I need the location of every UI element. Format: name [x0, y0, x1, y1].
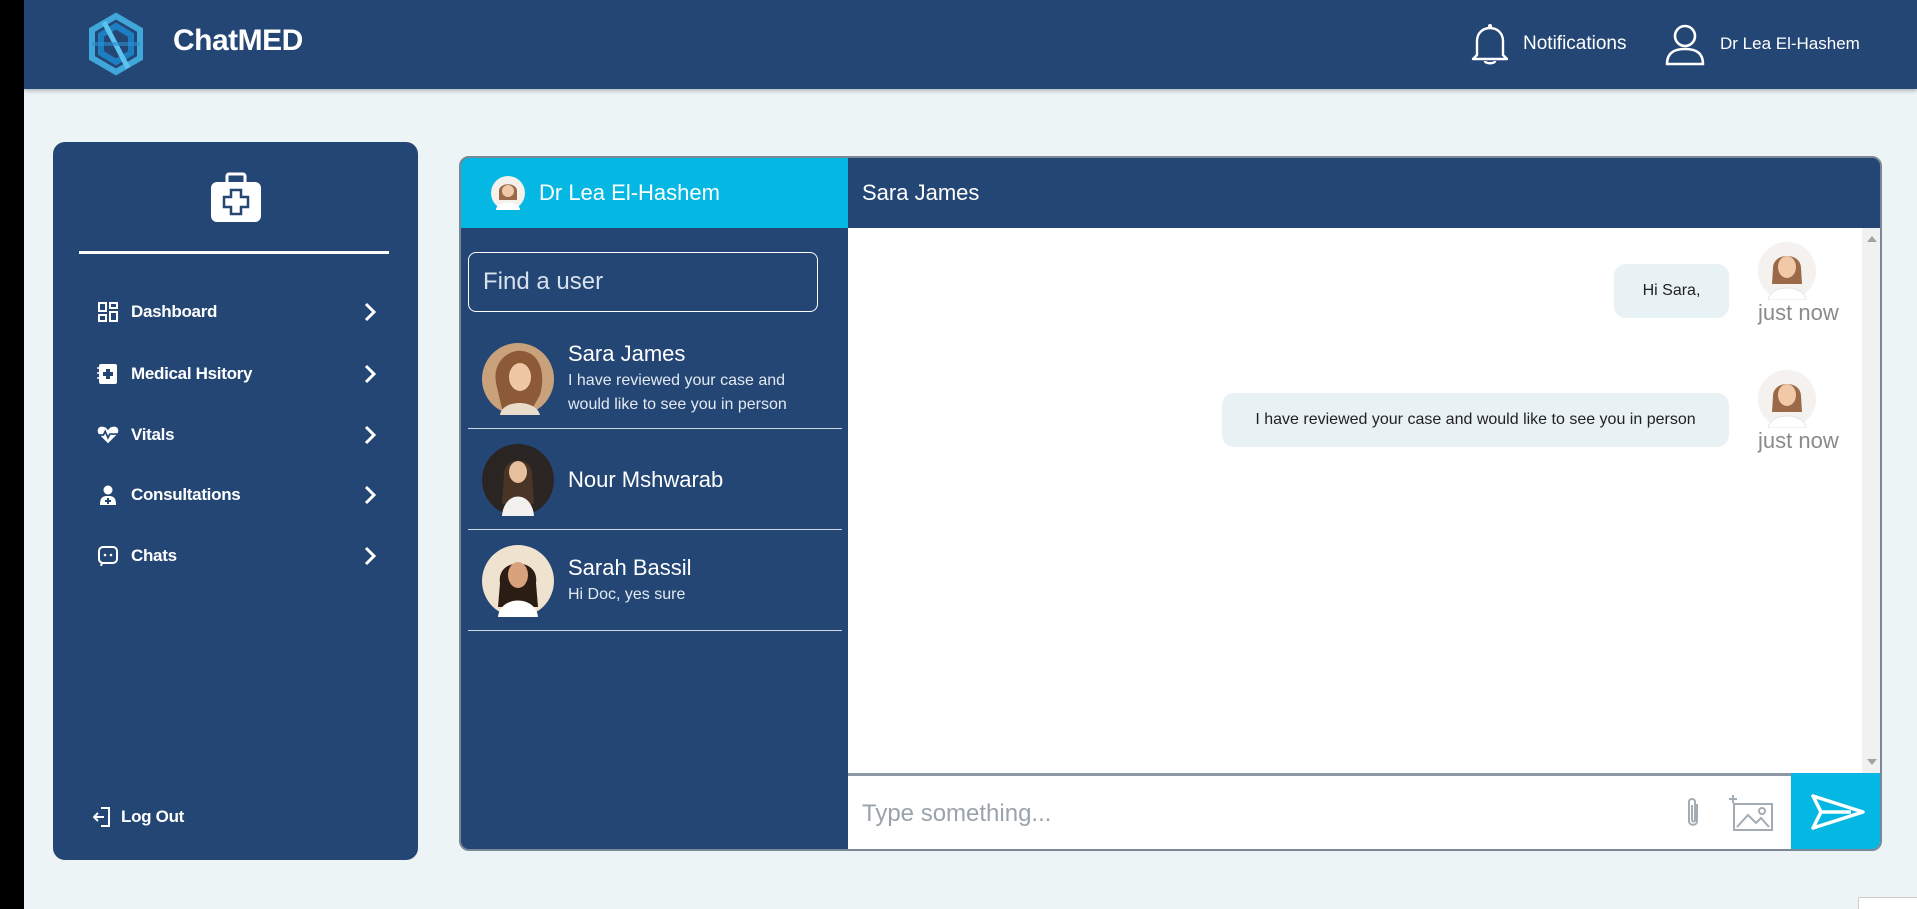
logout-icon — [93, 807, 110, 827]
user-icon — [1665, 24, 1705, 66]
sidebar-item-label: Medical Hsitory — [131, 364, 253, 383]
bell-icon — [1471, 24, 1509, 65]
medical-record-icon — [97, 363, 119, 385]
find-user-input[interactable] — [468, 252, 818, 312]
sidebar-item-dashboard[interactable]: Dashboard — [97, 292, 379, 332]
contact-name: Sarah Bassil — [568, 554, 692, 580]
doctor-icon — [97, 484, 119, 506]
chevron-right-icon — [364, 302, 377, 322]
message-bubble: Hi Sara, — [1614, 264, 1729, 318]
current-user-header: Dr Lea El-Hashem — [461, 158, 848, 228]
avatar — [482, 342, 554, 415]
user-name: Dr Lea El-Hashem — [1720, 34, 1860, 53]
sidebar-item-consultations[interactable]: Consultations — [97, 475, 379, 515]
sidebar-item-chats[interactable]: Chats — [97, 536, 379, 576]
user-menu[interactable]: Dr Lea El-Hashem — [1664, 22, 1860, 66]
sidebar-item-vitals[interactable]: Vitals — [97, 415, 379, 455]
sidebar-item-label: Vitals — [131, 425, 175, 444]
send-icon — [1810, 794, 1865, 830]
avatar — [1758, 242, 1816, 300]
chat-panel: Dr Lea El-Hashem Sara James Sara James I… — [459, 156, 1882, 851]
chevron-right-icon — [364, 485, 377, 505]
message-text: I have reviewed your case and would like… — [1255, 411, 1696, 428]
chevron-right-icon — [364, 364, 377, 384]
sidebar: Dashboard Medical Hsitory Vitals Consult… — [53, 142, 418, 860]
sidebar-item-label: Consultations — [131, 485, 241, 504]
message-bubble: I have reviewed your case and would like… — [1222, 393, 1729, 447]
dashboard-icon — [97, 301, 119, 323]
image-upload-icon[interactable] — [1728, 794, 1774, 832]
chevron-right-icon — [364, 425, 377, 445]
scroll-down-arrow-icon[interactable] — [1867, 759, 1877, 765]
notifications-button[interactable]: Notifications — [1469, 22, 1627, 66]
top-bar: ChatMED Notifications Dr Lea El-Hashem — [24, 0, 1917, 89]
avatar — [482, 443, 554, 516]
avatar — [491, 176, 525, 210]
active-contact-name: Sara James — [862, 180, 980, 205]
chatmed-logo-icon — [89, 12, 143, 76]
paperclip-icon[interactable] — [1680, 796, 1706, 830]
brand-name: ChatMED — [173, 24, 303, 57]
sidebar-divider — [79, 251, 389, 254]
contact-name: Nour Mshwarab — [568, 466, 724, 492]
message-scrollbar[interactable] — [1862, 228, 1880, 773]
first-aid-kit-icon — [211, 172, 261, 222]
sidebar-item-medical-history[interactable]: Medical Hsitory — [97, 354, 379, 394]
contact-item-sara-james[interactable]: Sara James I have reviewed your case and… — [468, 329, 842, 429]
chevron-right-icon — [364, 546, 377, 566]
contact-last-message: I have reviewed your case and would like… — [568, 371, 787, 413]
message-input[interactable] — [848, 776, 1788, 849]
avatar — [482, 544, 554, 617]
contact-name: Sara James — [568, 340, 686, 366]
scroll-up-arrow-icon[interactable] — [1867, 236, 1877, 242]
heartbeat-icon — [97, 424, 119, 446]
logout-label: Log Out — [121, 807, 185, 826]
message-text: Hi Sara, — [1642, 282, 1701, 299]
sidebar-item-label: Chats — [131, 546, 177, 565]
corner-widget — [1858, 897, 1917, 909]
message-timestamp: just now — [1758, 428, 1839, 453]
logout-button[interactable]: Log Out — [93, 807, 184, 827]
message-composer — [848, 773, 1880, 849]
chat-icon — [97, 545, 119, 567]
message-list[interactable]: Hi Sara, just now I have reviewed your c… — [848, 228, 1880, 773]
send-button[interactable] — [1791, 773, 1880, 849]
sidebar-item-label: Dashboard — [131, 302, 218, 321]
app-stage: ChatMED Notifications Dr Lea El-Hashem D… — [24, 0, 1917, 909]
contact-item-nour-mshwarab[interactable]: Nour Mshwarab — [468, 430, 842, 530]
contact-item-sarah-bassil[interactable]: Sarah Bassil Hi Doc, yes sure — [468, 531, 842, 631]
message-timestamp: just now — [1758, 300, 1839, 325]
conversation-header: Sara James — [848, 158, 1880, 228]
avatar — [1758, 370, 1816, 428]
current-user-name: Dr Lea El-Hashem — [539, 180, 720, 205]
notifications-label: Notifications — [1523, 33, 1627, 54]
contact-last-message: Hi Doc, yes sure — [568, 585, 686, 603]
